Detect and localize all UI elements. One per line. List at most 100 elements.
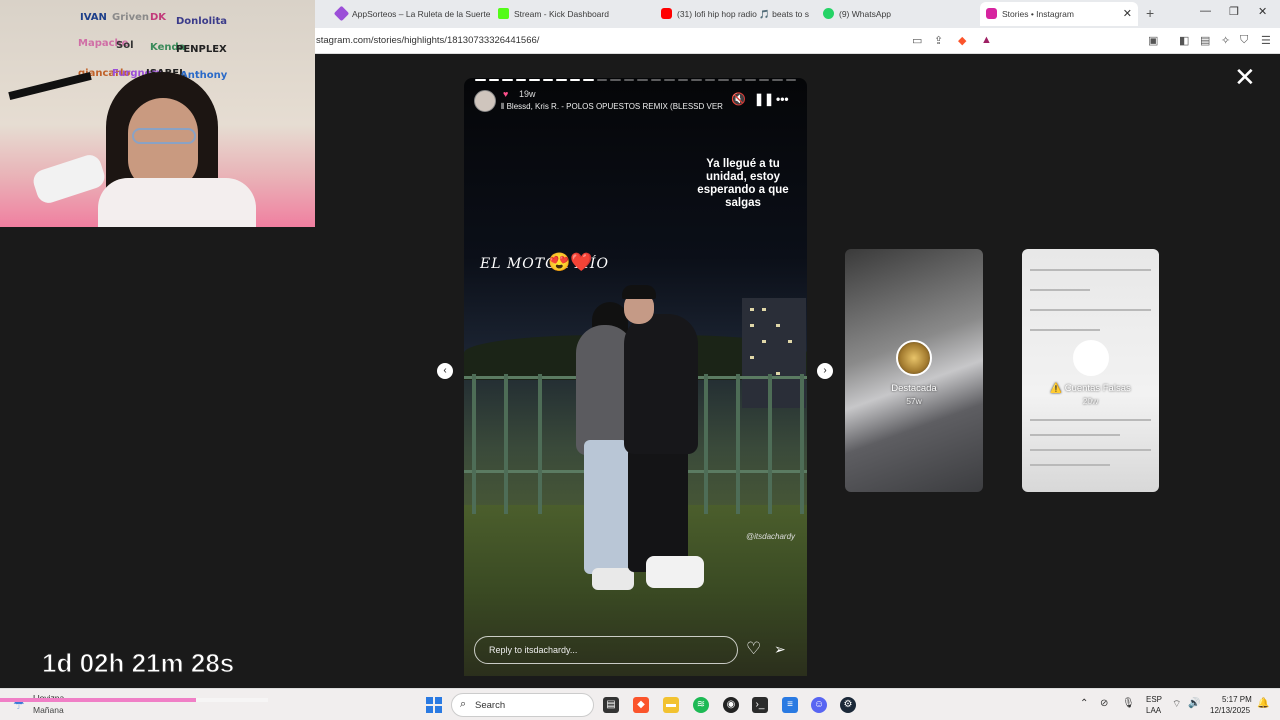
notepad-icon[interactable]: ≡ xyxy=(782,697,798,713)
close-window-icon[interactable]: ✕ xyxy=(1258,5,1267,18)
microphone-icon[interactable]: 🎙 xyxy=(1122,698,1135,709)
share-icon[interactable]: ⇪ xyxy=(934,34,943,47)
wall-name: Donlolita xyxy=(176,16,227,27)
volume-icon[interactable]: 🔊 xyxy=(1188,698,1200,709)
highlight-age: 57w xyxy=(906,396,922,406)
music-title: Blessd, Kris R. - POLOS OPUESTOS REMIX (… xyxy=(506,102,723,111)
obs-icon[interactable]: ◉ xyxy=(723,697,739,713)
story-header: ♥ 19w ⫴ Blessd, Kris R. - POLOS OPUESTOS… xyxy=(474,88,796,114)
brave-shield-icon[interactable]: ◆ xyxy=(958,34,966,47)
previous-story-button[interactable]: ‹ xyxy=(437,363,453,379)
story-boy-shoes xyxy=(646,556,704,588)
highlight-thumb-cuentas-falsas[interactable]: ⚠️ Cuentas Falsas 20w xyxy=(1022,249,1159,492)
wall-name: Sol xyxy=(116,40,134,51)
tab-instagram[interactable]: Stories • Instagram ✕ xyxy=(980,2,1138,26)
mic-boom-arm xyxy=(8,71,92,101)
story-progress-segment xyxy=(488,79,499,81)
brave-rewards-icon[interactable]: ▲ xyxy=(981,34,992,46)
wall-name: IVAN xyxy=(80,12,107,23)
menu-icon[interactable]: ☰ xyxy=(1261,34,1271,47)
story-progress-bar xyxy=(475,79,796,81)
tab-label: Stories • Instagram xyxy=(1002,9,1074,19)
story-progress-segment xyxy=(475,79,486,81)
stream-progress-fill xyxy=(0,698,196,702)
send-direct-icon[interactable]: ➢ xyxy=(774,641,786,658)
story-progress-segment xyxy=(745,79,756,81)
spotify-icon[interactable]: ≋ xyxy=(693,697,709,713)
story-girl-jeans xyxy=(584,440,628,574)
wall-name: Griven xyxy=(112,12,149,23)
new-tab-icon[interactable]: + xyxy=(1146,5,1154,21)
story-progress-segment xyxy=(569,79,580,81)
reply-input[interactable]: Reply to itsdachardy... xyxy=(474,636,738,664)
sidebar-icon[interactable]: ◧ xyxy=(1179,34,1189,47)
pause-icon[interactable]: ❚❚ xyxy=(754,92,774,106)
story-progress-segment xyxy=(542,79,553,81)
story-progress-segment xyxy=(772,79,783,81)
story-progress-segment xyxy=(691,79,702,81)
story-progress-segment xyxy=(677,79,688,81)
highlight-avatar xyxy=(896,340,932,376)
countdown-timer: 1d 02h 21m 28s xyxy=(41,648,235,679)
more-options-icon[interactable]: ••• xyxy=(776,92,789,106)
task-view-icon[interactable]: ▤ xyxy=(603,697,619,713)
story-progress-segment xyxy=(529,79,540,81)
story-progress-segment xyxy=(664,79,675,81)
story-boy-hoodie xyxy=(624,314,698,454)
tab-appsorteos[interactable]: AppSorteos – La Ruleta de la Suerte xyxy=(330,2,490,26)
cast-icon[interactable]: ▭ xyxy=(912,34,922,47)
minimize-icon[interactable]: — xyxy=(1200,5,1211,17)
highlight-thumb-destacada[interactable]: Destacada 57w xyxy=(845,249,983,492)
tab-whatsapp[interactable]: (9) WhatsApp xyxy=(817,2,977,26)
brave-taskbar-icon[interactable]: ◆ xyxy=(633,697,649,713)
story-progress-segment xyxy=(650,79,661,81)
network-off-icon[interactable]: ⊘ xyxy=(1100,698,1108,709)
tab-label: (9) WhatsApp xyxy=(839,9,891,19)
story-progress-segment xyxy=(718,79,729,81)
vpn-icon[interactable]: ⛉ xyxy=(1240,34,1248,47)
tray-chevron-icon[interactable]: ⌃ xyxy=(1080,698,1088,709)
file-explorer-icon[interactable]: ▬ xyxy=(663,697,679,713)
clock-date: 12/13/2025 xyxy=(1210,706,1251,715)
story-progress-segment xyxy=(596,79,607,81)
like-heart-icon[interactable]: ♡ xyxy=(746,639,761,659)
highlight-age: 20w xyxy=(1082,396,1099,406)
windows-taskbar: ☂ Llovizna Mañana ⌕ Search ▤ ◆ ▬ ≋ ◉ ›_ … xyxy=(0,688,1280,720)
story-boy-pants xyxy=(628,448,688,572)
tab-kick[interactable]: Stream - Kick Dashboard xyxy=(492,2,652,26)
tab-youtube[interactable]: (31) lofi hip hop radio 🎵 beats to s xyxy=(655,2,815,26)
steam-icon[interactable]: ⚙ xyxy=(840,697,856,713)
webcam-overlay: IVAN Griven DK Donlolita Mapache Sol Ken… xyxy=(0,0,315,227)
close-viewer-icon[interactable]: ✕ xyxy=(1234,64,1256,90)
taskbar-search[interactable]: ⌕ Search xyxy=(451,693,594,717)
story-progress-segment xyxy=(610,79,621,81)
leo-ai-icon[interactable]: ✧ xyxy=(1221,34,1230,47)
story-emoji-stickers: 😍❤️ xyxy=(548,252,593,272)
streamer-glasses xyxy=(132,128,196,144)
next-story-button[interactable]: › xyxy=(817,363,833,379)
terminal-icon[interactable]: ›_ xyxy=(752,697,768,713)
discord-icon[interactable]: ☺ xyxy=(811,697,827,713)
close-tab-icon[interactable]: ✕ xyxy=(1123,7,1132,20)
search-label: Search xyxy=(475,700,506,711)
reading-mode-icon[interactable]: ▣ xyxy=(1148,34,1158,47)
mute-icon[interactable]: 🔇 xyxy=(731,92,746,106)
notification-bell-icon[interactable]: 🔔 xyxy=(1257,698,1269,709)
stream-progress-bar xyxy=(0,698,268,702)
story-boy-cap xyxy=(622,285,656,299)
url-field[interactable]: stagram.com/stories/highlights/181307333… xyxy=(316,35,539,46)
language-indicator[interactable]: ESP xyxy=(1146,695,1162,704)
clock-time[interactable]: 5:17 PM xyxy=(1222,695,1252,704)
story-music-label[interactable]: ⫴ Blessd, Kris R. - POLOS OPUESTOS REMIX… xyxy=(501,102,723,112)
story-progress-segment xyxy=(758,79,769,81)
highlight-cover-icon: ♥ xyxy=(503,89,509,99)
highlight-title: Destacada xyxy=(891,383,937,394)
story-avatar[interactable] xyxy=(474,90,496,112)
instagram-icon xyxy=(986,8,997,19)
start-button[interactable] xyxy=(426,697,442,713)
microphone xyxy=(30,152,108,206)
wifi-icon[interactable]: ⌔ xyxy=(1172,698,1181,711)
streamer-face xyxy=(128,98,198,190)
maximize-icon[interactable]: ❐ xyxy=(1229,5,1239,18)
wallet-icon[interactable]: ▤ xyxy=(1200,34,1210,47)
